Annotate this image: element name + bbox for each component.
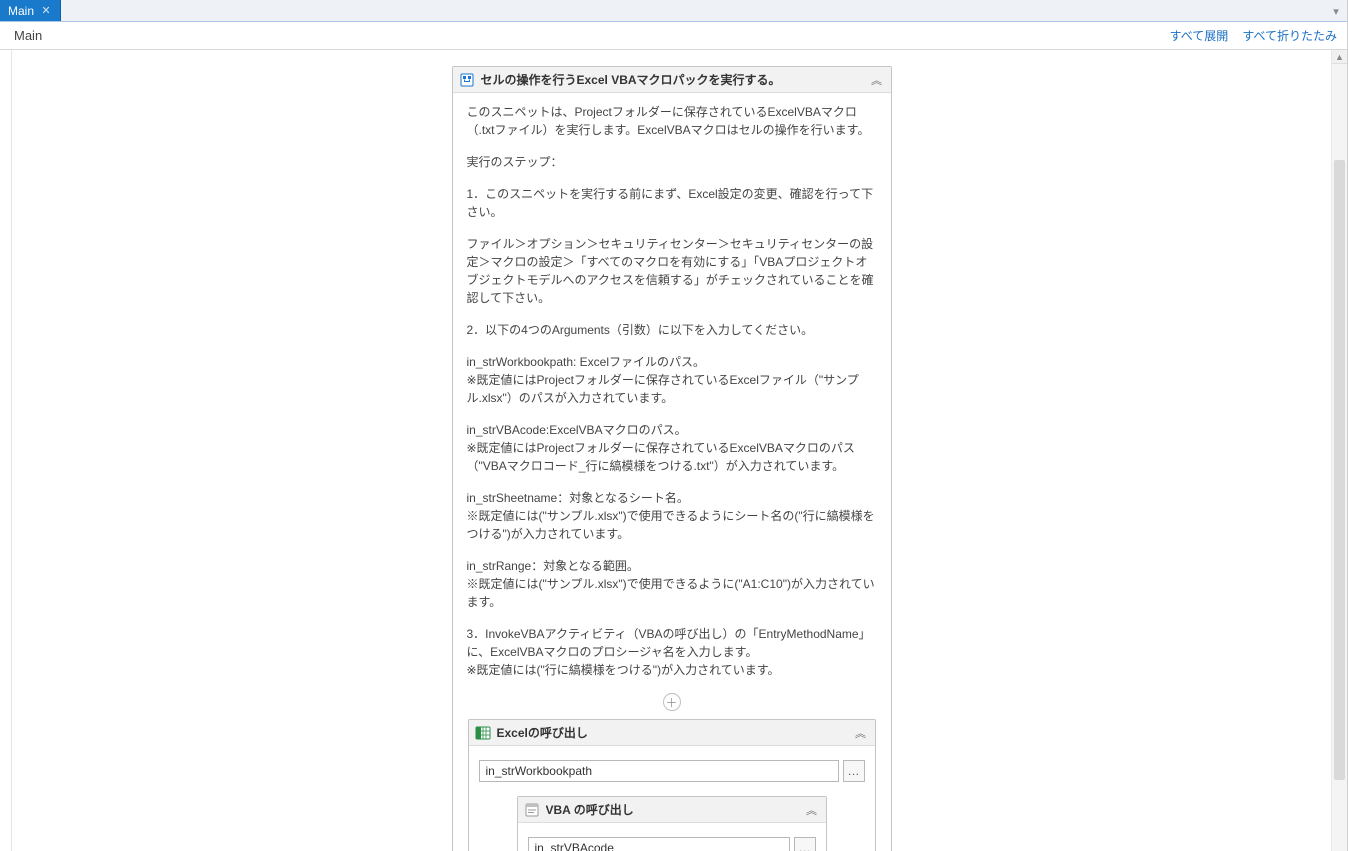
tab-label: Main — [8, 4, 34, 18]
annotation-text: このスニペットは、Projectフォルダーに保存されているExcelVBAマクロ… — [467, 103, 877, 679]
designer-canvas[interactable]: セルの操作を行うExcel VBAマクロパックを実行する。 ︽ このスニペットは… — [12, 50, 1331, 851]
desc-p6: in_strWorkbookpath: Excelファイルのパス。 ※既定値には… — [467, 353, 877, 407]
collapse-icon[interactable]: ︽ — [853, 725, 869, 741]
excel-scope-body: in_strWorkbookpath … — [469, 746, 875, 851]
workflow-title: Main — [10, 28, 1156, 43]
desc-p3: 1．このスニペットを実行する前にまず、Excel設定の変更、確認を行って下さい。 — [467, 185, 877, 221]
desc-p1: このスニペットは、Projectフォルダーに保存されているExcelVBAマクロ… — [467, 103, 877, 139]
desc-p9: in_strRange：対象となる範囲。 ※既定値には("サンプル.xlsx")… — [467, 557, 877, 611]
collapse-all-button[interactable]: すべて折りたたみ — [1242, 27, 1337, 44]
designer-title-bar: Main すべて展開 すべて折りたたみ — [0, 22, 1347, 50]
sequence-header[interactable]: セルの操作を行うExcel VBAマクロパックを実行する。 ︽ — [453, 67, 891, 93]
invoke-vba-title: VBA の呼び出し — [546, 801, 798, 818]
sequence-body: このスニペットは、Projectフォルダーに保存されているExcelVBAマクロ… — [453, 93, 891, 851]
sequence-icon — [459, 72, 475, 88]
scroll-up-button[interactable]: ▲ — [1332, 50, 1347, 64]
collapse-icon[interactable]: ︽ — [804, 802, 820, 818]
excel-icon — [475, 725, 491, 741]
vba-icon — [524, 802, 540, 818]
scroll-thumb[interactable] — [1334, 160, 1345, 780]
sequence-activity[interactable]: セルの操作を行うExcel VBAマクロパックを実行する。 ︽ このスニペットは… — [452, 66, 892, 851]
tab-bar: Main ✕ ▾ — [0, 0, 1347, 22]
browse-button[interactable]: … — [843, 760, 865, 782]
desc-p7: in_strVBAcode:ExcelVBAマクロのパス。 ※既定値にはProj… — [467, 421, 877, 475]
designer-canvas-wrap: セルの操作を行うExcel VBAマクロパックを実行する。 ︽ このスニペットは… — [0, 50, 1347, 851]
close-icon[interactable]: ✕ — [40, 5, 52, 17]
expand-all-button[interactable]: すべて展開 — [1170, 27, 1229, 44]
desc-p5: 2．以下の4つのArguments（引数）に以下を入力してください。 — [467, 321, 877, 339]
add-activity-button[interactable]: ＋ — [663, 693, 681, 711]
excel-scope-header[interactable]: Excelの呼び出し ︽ — [469, 720, 875, 746]
tab-main[interactable]: Main ✕ — [0, 0, 61, 21]
invoke-vba-body: in_strVBAcode … "行に縞模様をつける" — [518, 823, 826, 851]
collapse-icon[interactable]: ︽ — [869, 72, 885, 88]
excel-scope-activity[interactable]: Excelの呼び出し ︽ in_strWorkbookpath … — [468, 719, 876, 851]
desc-p10: 3．InvokeVBAアクティビティ（VBAの呼び出し）の「EntryMetho… — [467, 625, 877, 679]
vba-code-path-input[interactable]: in_strVBAcode — [528, 837, 790, 851]
workbook-path-row: in_strWorkbookpath … — [479, 760, 865, 782]
desc-p8: in_strSheetname：対象となるシート名。 ※既定値には("サンプル.… — [467, 489, 877, 543]
tab-overflow-button[interactable]: ▾ — [1329, 4, 1343, 18]
invoke-vba-activity[interactable]: VBA の呼び出し ︽ in_strVBAcode … "行に — [517, 796, 827, 851]
vba-code-path-row: in_strVBAcode … — [528, 837, 816, 851]
vertical-scrollbar[interactable]: ▲ — [1331, 50, 1347, 851]
browse-button[interactable]: … — [794, 837, 816, 851]
excel-scope-title: Excelの呼び出し — [497, 724, 847, 741]
left-gutter — [0, 50, 12, 851]
workbook-path-input[interactable]: in_strWorkbookpath — [479, 760, 839, 782]
invoke-vba-header[interactable]: VBA の呼び出し ︽ — [518, 797, 826, 823]
sequence-title: セルの操作を行うExcel VBAマクロパックを実行する。 — [481, 71, 863, 88]
desc-p4: ファイル＞オプション＞セキュリティセンター＞セキュリティセンターの設定＞マクロの… — [467, 235, 877, 307]
desc-p2: 実行のステップ： — [467, 153, 877, 171]
